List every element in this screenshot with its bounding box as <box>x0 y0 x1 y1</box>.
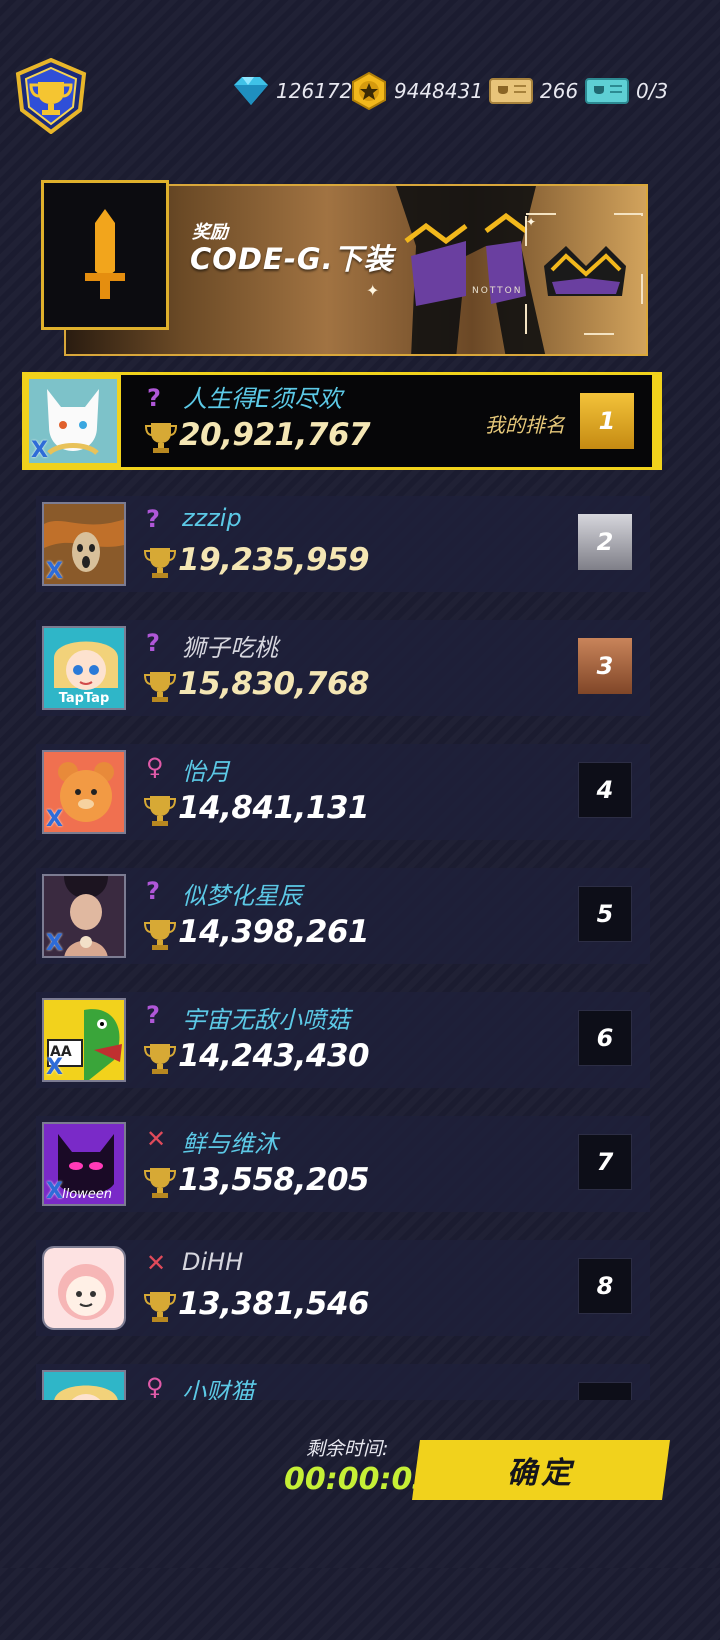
avatar[interactable]: TapTap <box>42 626 126 710</box>
gold-ticket-count: 266 <box>540 79 579 103</box>
player-name: 狮子吃桃 <box>182 634 278 662</box>
svg-text:✦: ✦ <box>366 281 379 300</box>
avatar[interactable]: X <box>25 375 121 467</box>
top-bar: 126172 9448431 266 0/3 <box>0 0 688 140</box>
player-score: 14,841,131 <box>178 790 370 826</box>
rank-badge: 4 <box>578 762 632 818</box>
gender-icon: ♀ <box>146 753 164 781</box>
player-score: 14,243,430 <box>178 1038 370 1074</box>
rank-badge-bronze: 3 <box>578 638 632 694</box>
cyan-ticket-count: 0/3 <box>636 79 669 103</box>
rank-badge-gold: 1 <box>580 393 634 449</box>
avatar-x-badge: X <box>46 559 63 584</box>
diamond-gem-icon <box>234 77 268 105</box>
avatar-x-badge: X <box>46 1179 63 1204</box>
leaderboard-row[interactable]: X ? 似梦化星辰 14,398,261 5 <box>36 868 650 964</box>
player-name: zzzip <box>182 504 242 532</box>
gender-icon: ♀ <box>146 1373 164 1400</box>
trophy-cup-icon <box>144 1168 176 1198</box>
gold-coin-icon <box>352 72 386 110</box>
reward-slot <box>41 180 169 330</box>
avatar-caption-text: lloween <box>62 1187 113 1202</box>
coin-count: 9448431 <box>394 79 484 103</box>
leaderboard-row[interactable]: lloween X ✕ 鲜与维沐 13,558,205 7 <box>36 1116 650 1212</box>
trophy-cup-icon <box>144 672 176 702</box>
diamond-count: 126172 <box>276 79 353 103</box>
player-score: 19,235,959 <box>178 542 370 578</box>
rank-badge: 7 <box>578 1134 632 1190</box>
my-rank-label: 我的排名 <box>485 413 565 437</box>
sword-icon <box>85 209 125 299</box>
footer: 剩余时间: 00:00:03 确定 <box>0 1400 688 1568</box>
player-name: 人生得E须尽欢 <box>183 385 343 413</box>
coin-counter[interactable]: 9448431 <box>350 72 484 110</box>
cyan-ticket-icon <box>585 78 629 104</box>
player-score: 13,381,546 <box>178 1286 370 1322</box>
leaderboard-row-my-rank[interactable]: X ? 人生得E须尽欢 20,921,767 我的排名 1 <box>22 372 662 470</box>
confirm-button[interactable]: 确定 <box>412 1440 670 1500</box>
player-score: 13,558,205 <box>178 1162 370 1198</box>
leaderboard-row[interactable]: ♀ 小财猫 <box>36 1364 650 1400</box>
avatar[interactable]: X <box>42 874 126 958</box>
gender-icon: ✕ <box>146 1125 167 1153</box>
player-name: 似梦化星辰 <box>182 882 302 910</box>
rank-badge <box>578 1382 632 1400</box>
time-remaining-label: 剩余时间: <box>306 1438 389 1460</box>
avatar-x-badge: X <box>46 931 63 956</box>
player-score: 14,398,261 <box>178 914 370 950</box>
my-rank-accent-bar <box>652 375 662 467</box>
player-name: 鲜与维沐 <box>182 1130 278 1158</box>
avatar-brand-text: TapTap <box>58 691 110 706</box>
gender-icon: ? <box>146 505 160 533</box>
avatar[interactable]: X <box>42 502 126 586</box>
gender-icon: ? <box>146 629 160 657</box>
player-score: 15,830,768 <box>178 666 370 702</box>
leaderboard-row[interactable]: ✕ DiHH 13,381,546 8 <box>36 1240 650 1336</box>
rank-badge: 6 <box>578 1010 632 1066</box>
trophy-cup-icon <box>144 548 176 578</box>
rank-badge: 5 <box>578 886 632 942</box>
leaderboard-row[interactable]: TapTap ? 狮子吃桃 15,830,768 3 <box>36 620 650 716</box>
player-name: DiHH <box>182 1248 244 1276</box>
avatar-x-badge: X <box>46 807 63 832</box>
trophy-cup-icon <box>144 920 176 950</box>
trophy-cup-icon <box>145 423 177 453</box>
gender-icon: ? <box>147 384 161 412</box>
cyan-ticket-counter[interactable]: 0/3 <box>584 74 668 108</box>
trophy-cup-icon <box>144 1044 176 1074</box>
leaderboard-list[interactable]: X ? 人生得E须尽欢 20,921,767 我的排名 1 X ? zzzip <box>0 368 688 1400</box>
avatar[interactable] <box>42 1246 126 1330</box>
trophy-cup-icon <box>144 1292 176 1322</box>
player-score: 20,921,767 <box>179 417 371 453</box>
reward-item-name: CODE-G.下装 <box>190 242 394 276</box>
avatar[interactable]: X <box>42 750 126 834</box>
avatar-x-badge: X <box>46 1055 63 1080</box>
player-name: 宇宙无敌小喷菇 <box>182 1006 350 1034</box>
diamond-counter[interactable]: 126172 <box>230 74 352 108</box>
svg-text:✦: ✦ <box>526 215 536 229</box>
avatar[interactable] <box>42 1370 126 1400</box>
avatar[interactable]: AA X <box>42 998 126 1082</box>
gold-ticket-icon <box>489 78 533 104</box>
rank-badge: 8 <box>578 1258 632 1314</box>
gender-icon: ? <box>146 1001 160 1029</box>
gold-ticket-counter[interactable]: 266 <box>488 74 578 108</box>
avatar-x-badge: X <box>31 438 48 463</box>
leaderboard-row[interactable]: AA X ? 宇宙无敌小喷菇 14,243,430 6 <box>36 992 650 1088</box>
banner-watermark: NOTTON <box>472 286 523 296</box>
countdown-timer: 00:00:03 <box>284 1462 434 1497</box>
avatar[interactable]: lloween X <box>42 1122 126 1206</box>
trophy-badge-icon[interactable] <box>14 57 88 135</box>
gender-icon: ✕ <box>146 1249 167 1277</box>
gender-icon: ? <box>146 877 160 905</box>
leaderboard-row[interactable]: X ♀ 怡月 14,841,131 4 <box>36 744 650 840</box>
rank-badge-silver: 2 <box>578 514 632 570</box>
player-name: 怡月 <box>182 758 230 786</box>
trophy-cup-icon <box>144 796 176 826</box>
leaderboard-row[interactable]: X ? zzzip 19,235,959 2 <box>36 496 650 592</box>
player-name: 小财猫 <box>182 1378 254 1400</box>
